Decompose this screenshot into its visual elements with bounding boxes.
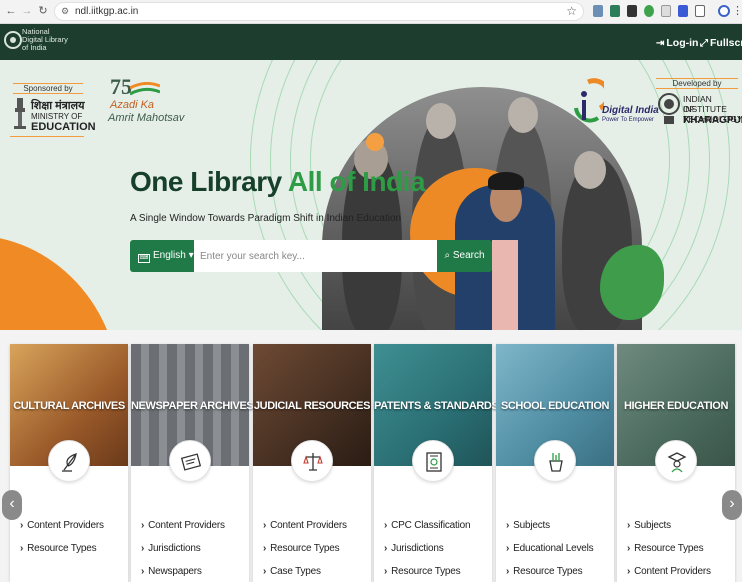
search-input[interactable] bbox=[194, 240, 437, 272]
iit-line3: KHARAGPUR bbox=[683, 115, 742, 126]
hero-banner: Sponsored by शिक्षा मंत्रालय MINISTRY OF… bbox=[0, 60, 742, 330]
student-figure-hair bbox=[488, 172, 524, 190]
search-button[interactable]: ⌕ Search bbox=[437, 240, 492, 272]
card-title: CULTURAL ARCHIVES bbox=[13, 400, 125, 412]
profile-avatar-icon[interactable] bbox=[718, 5, 730, 17]
azadi-line2: Amrit Mahotsav bbox=[108, 112, 185, 124]
card-higher-education[interactable]: HIGHER EDUCATION Subjects Resource Types… bbox=[617, 344, 735, 582]
card-link[interactable]: Jurisdictions bbox=[141, 543, 201, 554]
extension-icon[interactable] bbox=[661, 5, 671, 17]
hero-subtitle: A Single Window Towards Paradigm Shift i… bbox=[130, 213, 402, 224]
keyboard-icon: ⌨ bbox=[138, 254, 150, 263]
forward-icon[interactable]: → bbox=[20, 4, 34, 18]
ndl-logo-icon[interactable] bbox=[4, 31, 22, 49]
azadi-75-logo: 75 bbox=[110, 74, 132, 99]
card-link[interactable]: Content Providers bbox=[20, 520, 104, 531]
sponsored-by-label: Sponsored by bbox=[13, 83, 83, 94]
card-title: NEWSPAPER ARCHIVES bbox=[131, 400, 254, 412]
newspaper-icon bbox=[169, 440, 211, 482]
card-link[interactable]: Jurisdictions bbox=[384, 543, 444, 554]
digital-india-logo-icon bbox=[574, 78, 604, 123]
category-cards: CULTURAL ARCHIVES Content Providers Reso… bbox=[0, 330, 742, 582]
developed-by-label: Developed by bbox=[656, 78, 738, 89]
bookmark-star-icon[interactable]: ☆ bbox=[566, 4, 577, 18]
graduate-icon bbox=[655, 440, 697, 482]
student-figure-shirt bbox=[492, 240, 518, 330]
moe-line2: EDUCATION bbox=[31, 121, 96, 133]
back-icon[interactable]: ← bbox=[4, 4, 18, 18]
extension-icon[interactable] bbox=[610, 5, 620, 17]
search-icon: ⌕ bbox=[444, 250, 451, 261]
moe-line1: MINISTRY OF bbox=[31, 112, 83, 121]
extension-icon[interactable] bbox=[627, 5, 637, 17]
carousel-prev-button[interactable]: ‹ bbox=[2, 490, 22, 520]
digital-india-tagline: Power To Empower bbox=[602, 117, 654, 123]
reload-icon[interactable]: ↻ bbox=[36, 4, 50, 18]
card-link[interactable]: Subjects bbox=[506, 520, 550, 531]
carousel-next-button[interactable]: › bbox=[722, 490, 742, 520]
site-info-icon[interactable]: ⚙ bbox=[61, 6, 69, 17]
card-link[interactable]: Resource Types bbox=[627, 543, 703, 554]
language-dropdown[interactable]: ⌨ English ▾ bbox=[130, 240, 194, 272]
pencil-cup-icon bbox=[534, 440, 576, 482]
address-bar[interactable]: ⚙ ndl.iitkgp.ac.in ☆ bbox=[54, 2, 584, 21]
iit-kgp-logo-icon bbox=[658, 93, 680, 124]
card-link[interactable]: Resource Types bbox=[384, 566, 460, 577]
card-link[interactable]: Resource Types bbox=[20, 543, 96, 554]
card-link[interactable]: Educational Levels bbox=[506, 543, 594, 554]
extension-icon[interactable] bbox=[644, 5, 654, 17]
decor-orange-wave bbox=[0, 235, 120, 330]
digital-india-text: Digital India bbox=[602, 105, 659, 116]
card-link[interactable]: Content Providers bbox=[141, 520, 225, 531]
card-judicial-resources[interactable]: JUDICIAL RESOURCES Content Providers Res… bbox=[253, 344, 371, 582]
fullscreen-link[interactable]: ⤢Fullscreen bbox=[700, 37, 742, 49]
card-newspaper-archives[interactable]: NEWSPAPER ARCHIVES Content Providers Jur… bbox=[131, 344, 254, 582]
hero-title: One Library All of India bbox=[130, 166, 426, 197]
card-link[interactable]: CPC Classification bbox=[384, 520, 470, 531]
extension-icon[interactable] bbox=[593, 5, 603, 17]
site-header: National Digital Library of India ⇥ Log-i… bbox=[0, 24, 742, 60]
site-logo-text[interactable]: National Digital Library of India bbox=[22, 28, 72, 52]
url-text: ndl.iitkgp.ac.in bbox=[75, 6, 139, 17]
azadi-line1: Azadi Ka bbox=[110, 99, 155, 111]
login-link[interactable]: ⇥ Log-in bbox=[656, 37, 698, 49]
fullscreen-icon: ⤢ bbox=[700, 38, 708, 49]
card-school-education[interactable]: SCHOOL EDUCATION Subjects Educational Le… bbox=[496, 344, 614, 582]
login-icon: ⇥ bbox=[656, 38, 665, 49]
divider bbox=[10, 136, 84, 137]
card-title: PATENTS & STANDARDS bbox=[374, 400, 499, 412]
card-link[interactable]: Content Providers bbox=[263, 520, 347, 531]
browser-toolbar: ← → ↻ ⚙ ndl.iitkgp.ac.in ☆ ⋮ bbox=[0, 0, 742, 24]
card-link[interactable]: Newspapers bbox=[141, 566, 202, 577]
card-link[interactable]: Subjects bbox=[627, 520, 671, 531]
decor-orange-dot bbox=[366, 133, 384, 151]
flag-swoosh-icon bbox=[130, 82, 160, 96]
card-link[interactable]: Resource Types bbox=[263, 543, 339, 554]
card-cultural-archives[interactable]: CULTURAL ARCHIVES Content Providers Reso… bbox=[10, 344, 128, 582]
quill-icon bbox=[48, 440, 90, 482]
certificate-icon bbox=[412, 440, 454, 482]
browser-menu-icon[interactable]: ⋮ bbox=[732, 4, 742, 18]
scales-icon bbox=[291, 440, 333, 482]
card-link[interactable]: Resource Types bbox=[506, 566, 582, 577]
extension-icon[interactable] bbox=[678, 5, 688, 17]
search-bar: ⌨English ▾ ⌕ Search bbox=[130, 240, 492, 272]
card-title: HIGHER EDUCATION bbox=[623, 400, 728, 412]
card-link[interactable]: Case Types bbox=[263, 566, 321, 577]
extensions-puzzle-icon[interactable] bbox=[695, 5, 705, 17]
card-patents-standards[interactable]: PATENTS & STANDARDS CPC Classification J… bbox=[374, 344, 499, 582]
card-title: JUDICIAL RESOURCES bbox=[253, 400, 371, 412]
card-title: SCHOOL EDUCATION bbox=[500, 400, 610, 412]
moe-hindi-text: शिक्षा मंत्रालय bbox=[31, 100, 85, 112]
national-emblem-icon bbox=[14, 98, 26, 129]
card-link[interactable]: Content Providers bbox=[627, 566, 711, 577]
